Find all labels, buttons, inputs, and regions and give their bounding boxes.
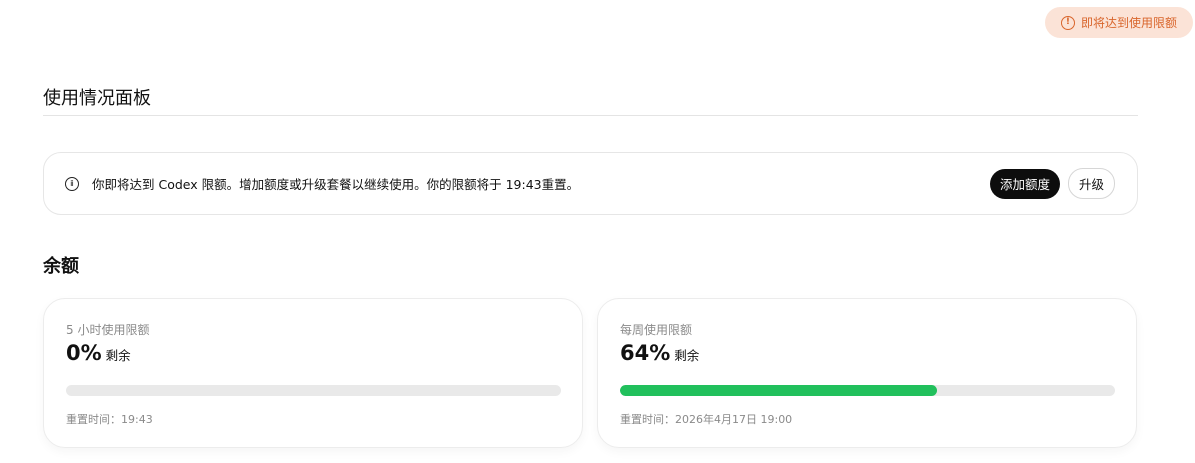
card-label: 5 小时使用限额 [66,323,150,337]
title-divider [43,115,1138,116]
usage-progress-track [620,385,1115,396]
usage-progress-track [66,385,561,396]
info-circle-icon: ⅱ [65,176,79,191]
card-value-row: 0% 剩余 [66,341,131,365]
alert-circle-icon: ! [1060,15,1075,30]
remaining-suffix: 剩余 [674,348,700,363]
usage-dashboard-page: ! 即将达到使用限额 使用情况面板 ⅱ 你即将达到 Codex 限额。增加额度或… [0,0,1195,463]
limit-notice-text: 你即将达到 Codex 限额。增加额度或升级套餐以继续使用。你的限额将于 19:… [92,177,580,192]
page-title: 使用情况面板 [43,88,151,109]
card-value-row: 64% 剩余 [620,341,699,365]
reset-time: 重置时间：2026年4月17日 19:00 [620,413,793,426]
usage-limit-warning-badge[interactable]: ! 即将达到使用限额 [1045,7,1193,38]
remaining-suffix: 剩余 [105,348,131,363]
reset-time: 重置时间：19:43 [66,413,153,426]
card-label: 每周使用限额 [620,323,693,337]
balance-section-title: 余额 [43,256,79,277]
weekly-limit-card: 每周使用限额 64% 剩余 重置时间：2026年4月17日 19:00 [597,298,1137,448]
remaining-percent: 0% [66,341,102,365]
five-hour-limit-card: 5 小时使用限额 0% 剩余 重置时间：19:43 [43,298,583,448]
limit-notice-banner: ⅱ 你即将达到 Codex 限额。增加额度或升级套餐以继续使用。你的限额将于 1… [43,152,1138,215]
usage-progress-fill [620,385,937,396]
usage-limit-warning-label: 即将达到使用限额 [1080,16,1177,30]
upgrade-button[interactable]: 升级 [1067,168,1115,199]
remaining-percent: 64% [620,341,671,365]
add-credits-button[interactable]: 添加额度 [989,168,1060,199]
